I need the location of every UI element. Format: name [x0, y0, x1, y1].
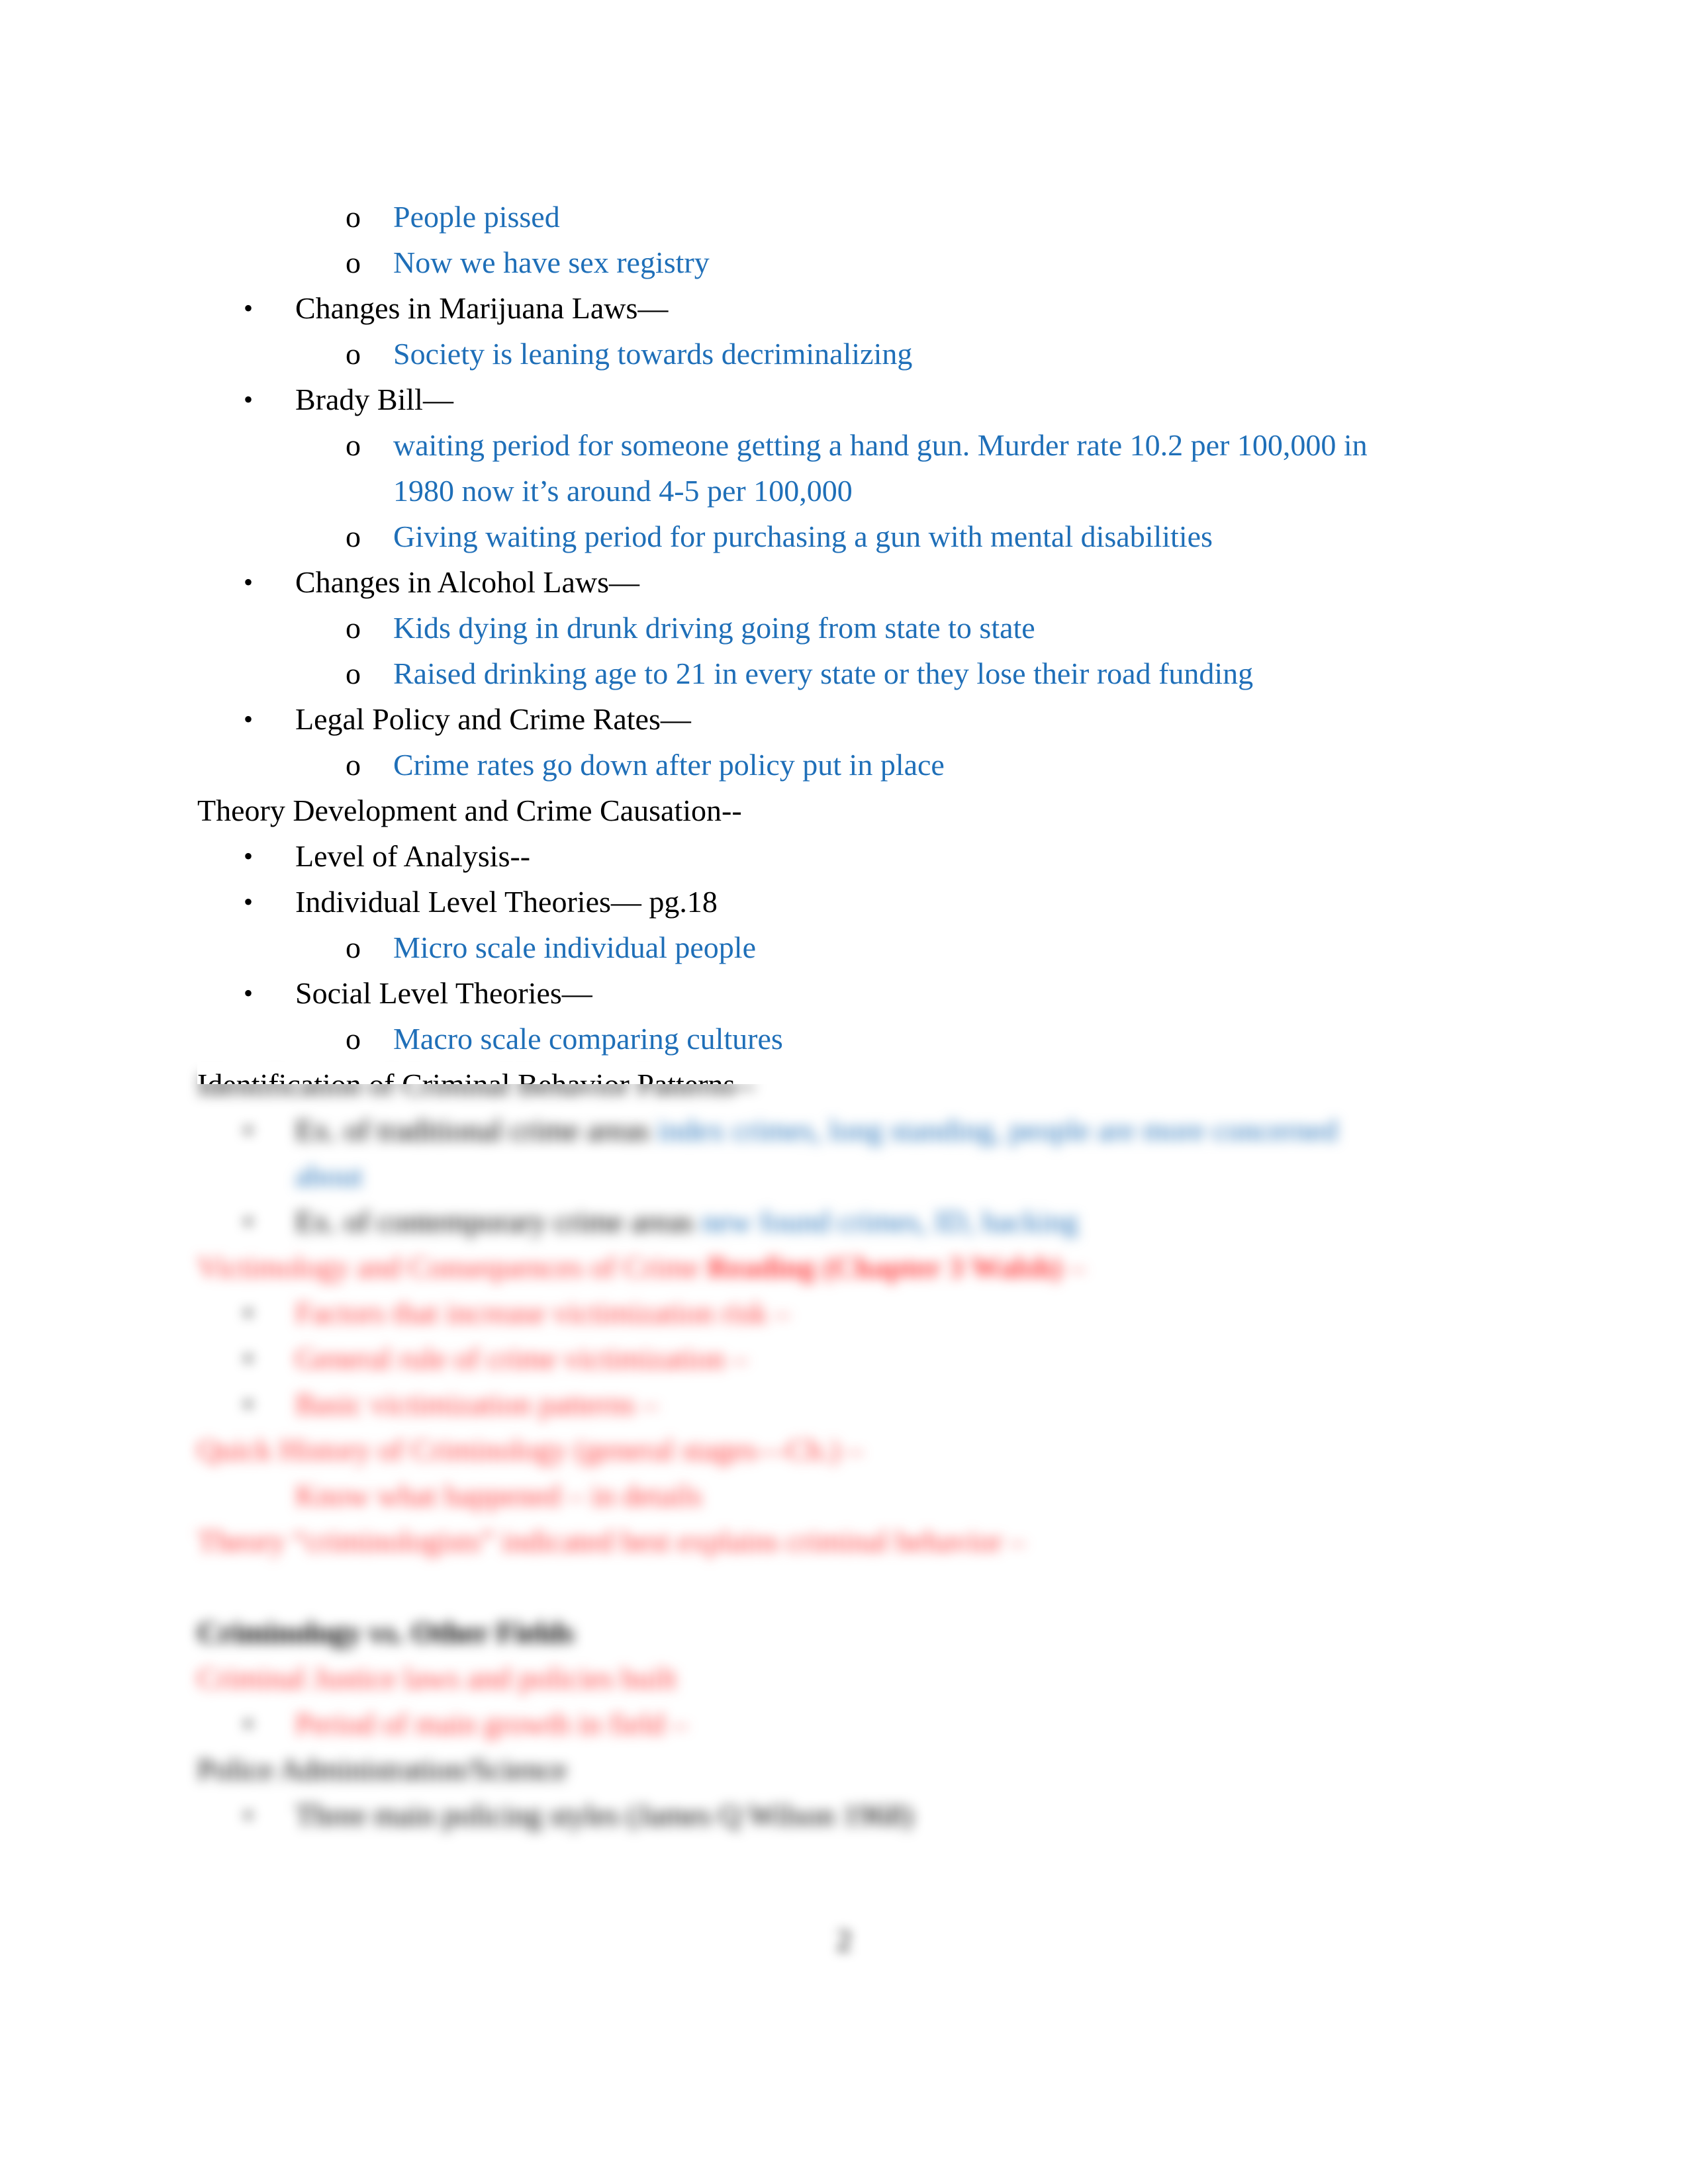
- section-heading: Criminal Justice laws and policies built: [197, 1661, 677, 1695]
- list-item: o Society is leaning towards decriminaliz…: [346, 337, 913, 371]
- list-item: o Now we have sex registry: [346, 246, 710, 279]
- list-item: • Level of Analysis--: [244, 839, 531, 873]
- list-item: • Period of main growth in field –: [244, 1707, 688, 1741]
- list-item-continuation: 1980 now it’s around 4-5 per 100,000: [393, 474, 853, 508]
- list-item: • Social Level Theories—: [244, 976, 592, 1010]
- list-item: o Micro scale individual people: [346, 931, 757, 964]
- list-item: o Kids dying in drunk driving going from …: [346, 611, 1035, 645]
- heading-sharp-part: Identification of Criminal Behavior Patt…: [197, 1062, 1688, 1084]
- list-item: • Three main policing styles (James Q Wil…: [244, 1798, 914, 1832]
- list-item: • Brady Bill—: [244, 383, 453, 416]
- list-item: • Factors that increase victimization ris…: [244, 1296, 790, 1330]
- section-heading: Police Administration/Science: [197, 1752, 567, 1786]
- section-heading: Criminology vs. Other Fields: [197, 1615, 575, 1649]
- list-item: • Legal Policy and Crime Rates—: [244, 702, 691, 736]
- section-heading: Quick History of Criminology (general st…: [197, 1433, 863, 1467]
- list-item: • Individual Level Theories— pg.18: [244, 885, 718, 919]
- list-item: o Macro scale comparing cultures: [346, 1022, 783, 1056]
- list-item: • Ex. of contemporary crime areas new fou…: [244, 1205, 1078, 1238]
- list-item: o Raised drinking age to 21 in every stat…: [346, 657, 1254, 690]
- list-item: • Changes in Marijuana Laws—: [244, 291, 669, 325]
- list-item-continuation: about: [295, 1159, 363, 1193]
- section-heading-partially-blurred: Identification of Criminal Behavior Patt…: [0, 1062, 1688, 1107]
- list-item: o waiting period for someone getting a ha…: [346, 428, 1368, 462]
- section-heading: Theory “criminologists” indicated best e…: [197, 1524, 1025, 1558]
- list-item: o Giving waiting period for purchasing a …: [346, 520, 1213, 553]
- list-item: • Ex. of traditional crime areas index cr…: [244, 1113, 1338, 1147]
- list-item: • Changes in Alcohol Laws—: [244, 565, 639, 599]
- list-item: o Crime rates go down after policy put in…: [346, 748, 945, 782]
- indented-text: Know what happened – in details: [295, 1479, 702, 1512]
- page-number: 2: [836, 1923, 852, 1957]
- section-heading: Victimology and Consequences of Crime Re…: [197, 1250, 1085, 1284]
- document-page: o People pissed o Now we have sex registry…: [0, 194, 1688, 1838]
- list-item: o People pissed: [346, 200, 560, 234]
- list-item: • Basic victimization patterns –: [244, 1387, 659, 1421]
- section-heading: Theory Development and Crime Causation--: [197, 794, 742, 827]
- list-item: • General rule of crime victimization –: [244, 1342, 748, 1375]
- blurred-preview-region: • Ex. of traditional crime areas index cr…: [0, 1107, 1688, 1838]
